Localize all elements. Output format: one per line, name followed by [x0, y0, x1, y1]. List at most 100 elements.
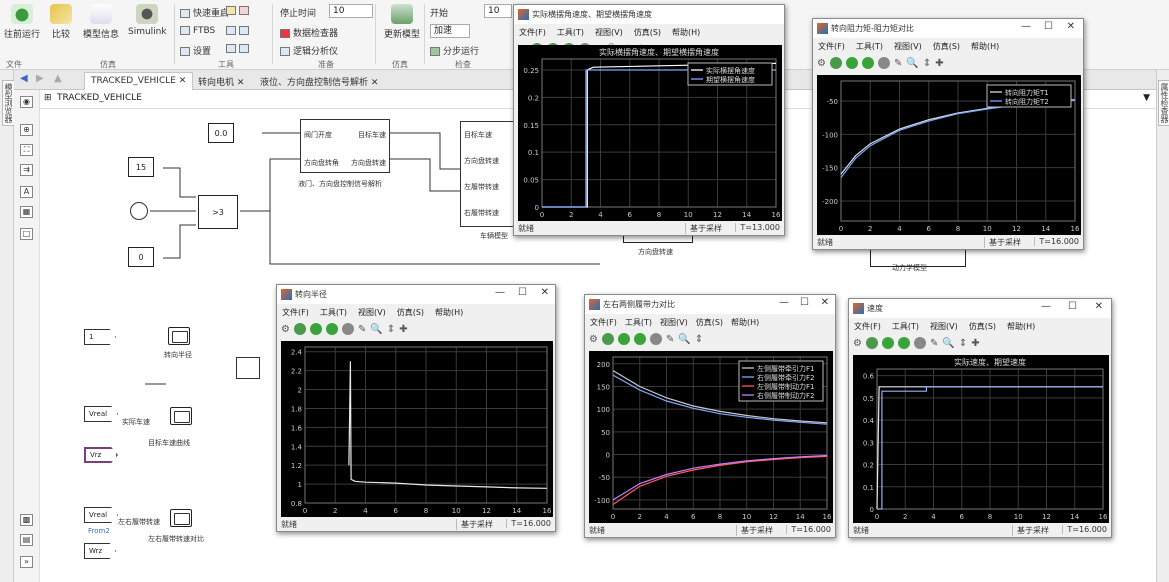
- constant-15-block[interactable]: 15: [128, 157, 154, 177]
- stop-icon[interactable]: [341, 323, 354, 335]
- tool-3-button[interactable]: [226, 26, 252, 36]
- goto-r-tag[interactable]: 1: [84, 329, 116, 345]
- highlight-icon[interactable]: ✎: [358, 324, 366, 335]
- panel-icon[interactable]: ▤: [20, 534, 33, 546]
- zoom-icon[interactable]: 🔍: [942, 338, 954, 349]
- hide-icon[interactable]: ◉: [20, 96, 33, 108]
- close-icon[interactable]: ✕: [1095, 301, 1103, 312]
- menu-help[interactable]: 帮助(H): [435, 307, 463, 318]
- maximize-icon[interactable]: ☐: [518, 287, 527, 298]
- tool-5-button[interactable]: [226, 44, 252, 54]
- tab-steering-motor[interactable]: 转向电机 ✕: [192, 72, 250, 90]
- menu-help[interactable]: 帮助(H): [971, 41, 999, 52]
- zoom-icon[interactable]: ⊕: [20, 124, 33, 136]
- menu-view[interactable]: 视图(V): [358, 307, 386, 318]
- signal-parse-subsystem[interactable]: 阀门开度 方向盘转角 目标车速 方向盘转速: [300, 119, 390, 173]
- vreal2-tag[interactable]: Vreal: [84, 507, 118, 523]
- menu-file[interactable]: 文件(F): [590, 317, 617, 328]
- highlight-icon[interactable]: ✎: [894, 58, 902, 69]
- minimize-icon[interactable]: —: [495, 287, 505, 298]
- menu-help[interactable]: 帮助(H): [731, 317, 759, 328]
- up-arrow-icon[interactable]: ▲: [54, 73, 62, 84]
- menu-view[interactable]: 视图(V): [894, 41, 922, 52]
- tab-signal-parse[interactable]: 液位、方向盘控制信号解析 ✕: [254, 72, 384, 90]
- logic-analyzer-button[interactable]: 逻辑分析仪: [280, 44, 338, 57]
- menu-file[interactable]: 文件(F): [519, 27, 546, 38]
- zoom-icon[interactable]: 🔍: [906, 58, 918, 69]
- menu-file[interactable]: 文件(F): [282, 307, 309, 318]
- forward-arrow-icon[interactable]: ▶: [36, 73, 44, 84]
- box-icon[interactable]: □: [20, 228, 33, 240]
- run-all-button[interactable]: 往前运行: [4, 4, 40, 40]
- wrz-tag[interactable]: Wrz: [84, 543, 116, 559]
- fit-icon[interactable]: ⛶: [20, 144, 33, 156]
- menu-help[interactable]: 帮助(H): [1007, 321, 1035, 332]
- speed-chart[interactable]: 实际速度、期望速度 0 2 4 6 8 10 12 14 16 0 0.1 0.2 0.3 0.4 0.5 0.…: [853, 355, 1109, 523]
- switch-block[interactable]: >3: [198, 195, 238, 229]
- gear-icon[interactable]: ⚙: [817, 58, 826, 69]
- image-icon[interactable]: ▦: [20, 206, 33, 218]
- fit-icon[interactable]: ⇕: [959, 338, 967, 349]
- stop-time-input[interactable]: 10: [329, 4, 373, 18]
- track-speed-scope[interactable]: [170, 509, 192, 527]
- cursor-icon[interactable]: ✚: [399, 324, 407, 335]
- maximize-icon[interactable]: ☐: [1068, 301, 1077, 312]
- menu-view[interactable]: 视图(V): [595, 27, 623, 38]
- plot-area[interactable]: 实际速度、期望速度 0 2 4 6 8 10 12 14 16 0 0.1 0.2 0.3 0.4 0.5 0.…: [853, 355, 1109, 523]
- menu-simulation[interactable]: 仿真(S): [933, 41, 960, 52]
- breadcrumb[interactable]: TRACKED_VEHICLE: [57, 93, 142, 103]
- scope-window-torque[interactable]: 转向阻力矩-阻力矩对比 — ☐ ✕ 文件(F) 工具(T) 视图(V) 仿真(S) 帮助(H)…: [812, 18, 1084, 250]
- torque-chart[interactable]: 0 2 4 6 8 10 12 14 16 -200 -150 -100 -50 转向阻力矩T1转向阻力矩…: [817, 75, 1081, 235]
- highlight-icon[interactable]: ✎: [666, 334, 674, 345]
- grid-icon[interactable]: ▩: [20, 514, 33, 526]
- gear-icon[interactable]: ⚙: [281, 324, 290, 335]
- stop-icon[interactable]: [877, 57, 890, 69]
- sim-mode-select[interactable]: 加速: [430, 24, 470, 38]
- maximize-icon[interactable]: ☐: [1044, 21, 1053, 32]
- menu-simulation[interactable]: 仿真(S): [634, 27, 661, 38]
- minimize-icon[interactable]: —: [779, 297, 789, 308]
- track-force-chart[interactable]: 0 2 4 6 8 10 12 14 16 -100 -50 0 50 100 150 200 左侧履带牵引力F…: [589, 351, 833, 523]
- constant-0-block[interactable]: 0: [128, 247, 154, 267]
- update-model-button[interactable]: 更新模型: [384, 4, 420, 40]
- constant-block[interactable]: 0.0: [208, 123, 234, 143]
- plot-area[interactable]: 实际横摆角速度、期望横摆角速度 0 2 4 6 8 10 12 14 16 0 0.05 0.1 0.15…: [518, 45, 782, 221]
- simulink-button[interactable]: Simulink: [128, 4, 167, 37]
- maximize-icon[interactable]: ☐: [800, 297, 809, 308]
- expand-icon[interactable]: »: [20, 556, 33, 568]
- zoom-icon[interactable]: 🔍: [370, 324, 382, 335]
- gear-icon[interactable]: ⚙: [589, 334, 598, 345]
- menu-simulation[interactable]: 仿真(S): [696, 317, 723, 328]
- menu-help[interactable]: 帮助(H): [672, 27, 700, 38]
- fit-icon[interactable]: ⇕: [923, 58, 931, 69]
- plot-area[interactable]: 0 2 4 6 8 10 12 14 16 0.8 1 1.2 1.4 1.6 1.8 2 2.2 2.4: [281, 341, 553, 517]
- annotation-icon[interactable]: A: [20, 186, 33, 198]
- step-back-icon[interactable]: [865, 337, 878, 349]
- target-speed-scope[interactable]: [170, 407, 192, 425]
- step-back-icon[interactable]: [601, 333, 614, 345]
- minimize-icon[interactable]: —: [1041, 301, 1051, 312]
- step-back-icon[interactable]: [293, 323, 306, 335]
- cursor-icon[interactable]: ✚: [971, 338, 979, 349]
- scope-window-yaw-rate[interactable]: 实际横摆角速度、期望横摆角速度 文件(F) 工具(T) 视图(V) 仿真(S) 帮助(H…: [513, 4, 785, 236]
- step-run-button[interactable]: 分步运行: [430, 44, 479, 57]
- fit-icon[interactable]: ⇕: [695, 334, 703, 345]
- stop-icon[interactable]: [649, 333, 662, 345]
- menu-file[interactable]: 文件(F): [818, 41, 845, 52]
- clock-icon[interactable]: [130, 202, 148, 220]
- compare-button[interactable]: 比较: [50, 4, 72, 40]
- scope-window-speed[interactable]: 速度 — ☐ ✕ 文件(F) 工具(T) 视图(V) 仿真(S) 帮助(H) ⚙ ✎ 🔍 ⇕ ✚ 实际…: [848, 298, 1112, 538]
- menu-view[interactable]: 视图(V): [930, 321, 958, 332]
- gear-icon[interactable]: ⚙: [853, 338, 862, 349]
- run-icon[interactable]: [617, 333, 630, 345]
- vreal-tag[interactable]: Vreal: [84, 406, 118, 422]
- close-icon[interactable]: ✕: [1067, 21, 1075, 32]
- tab-tracked-vehicle[interactable]: TRACKED_VEHICLE ✕: [84, 72, 194, 90]
- quick-restart-button[interactable]: 快速重启: [180, 6, 229, 19]
- run-icon[interactable]: [845, 57, 858, 69]
- vrz-tag[interactable]: Vrz: [84, 447, 118, 463]
- back-arrow-icon[interactable]: ◀: [20, 73, 28, 84]
- chevron-down-icon[interactable]: ▼: [1143, 93, 1150, 103]
- minimize-icon[interactable]: —: [1021, 21, 1031, 32]
- menu-tools[interactable]: 工具(T): [625, 317, 652, 328]
